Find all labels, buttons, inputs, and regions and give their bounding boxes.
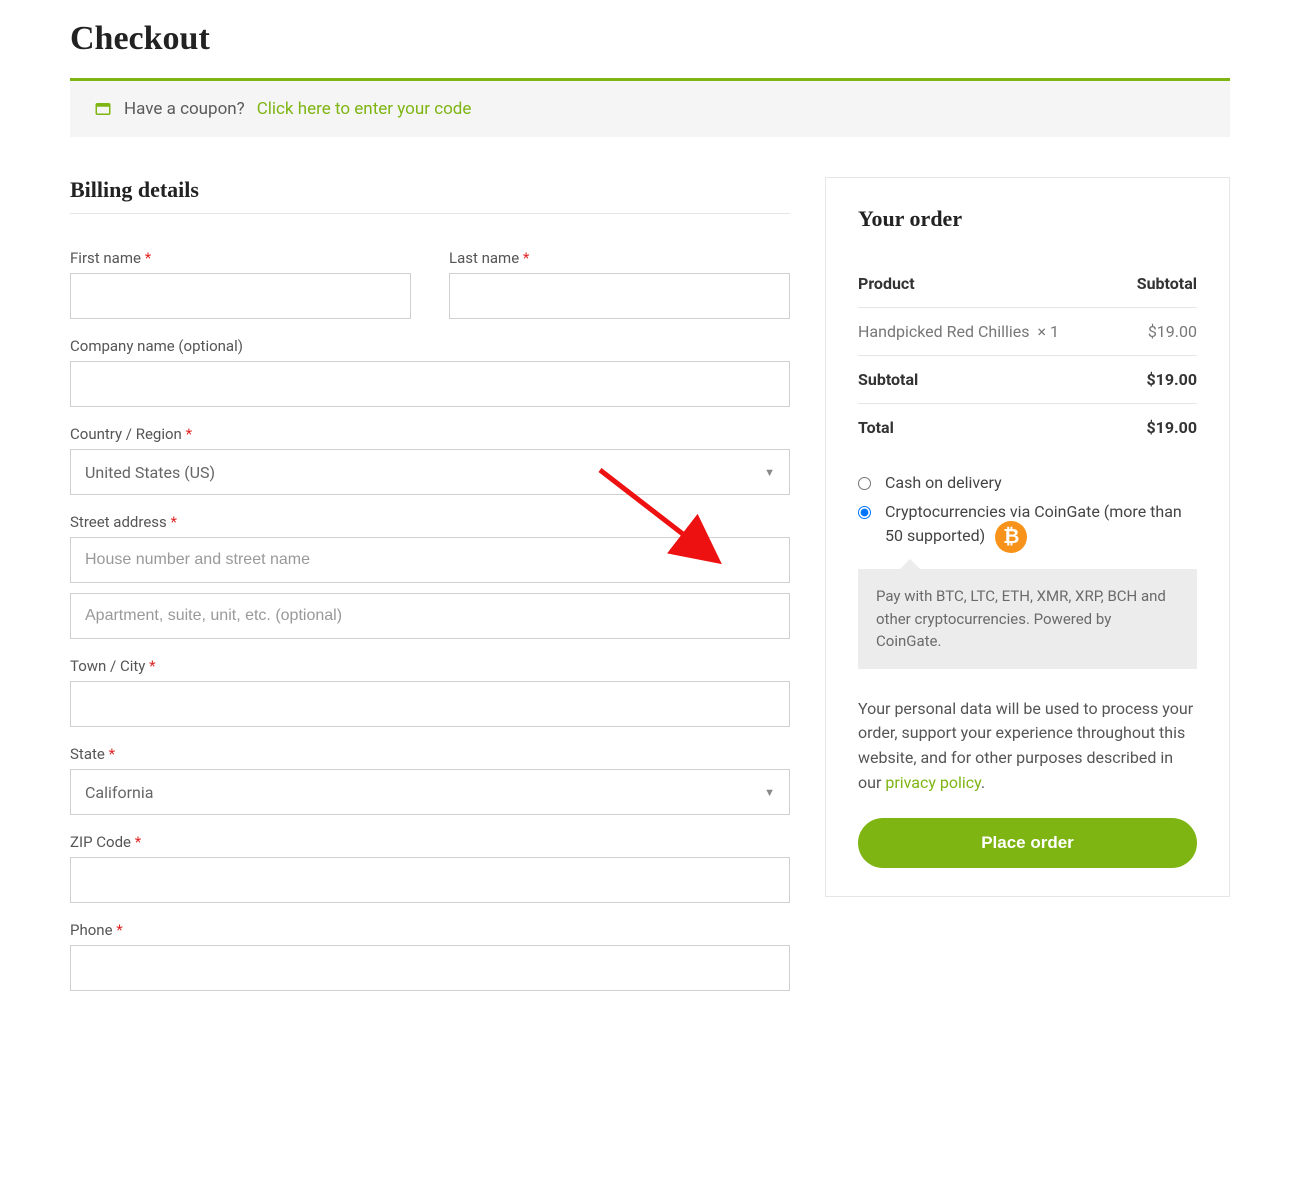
subtotal-value: $19.00 bbox=[1107, 356, 1197, 404]
subtotal-label: Subtotal bbox=[858, 356, 1107, 404]
billing-heading: Billing details bbox=[70, 177, 790, 214]
order-heading: Your order bbox=[858, 206, 1197, 242]
total-value: $19.00 bbox=[1107, 404, 1197, 452]
coupon-question: Have a coupon? bbox=[124, 99, 245, 119]
coupon-notice: Have a coupon? Click here to enter your … bbox=[70, 78, 1230, 137]
country-value: United States (US) bbox=[85, 463, 215, 482]
phone-label: Phone * bbox=[70, 921, 790, 939]
total-label: Total bbox=[858, 404, 1107, 452]
item-qty: × 1 bbox=[1037, 322, 1059, 341]
col-subtotal: Subtotal bbox=[1107, 260, 1197, 308]
coupon-link[interactable]: Click here to enter your code bbox=[257, 99, 472, 119]
privacy-text: Your personal data will be used to proce… bbox=[858, 697, 1197, 796]
last-name-input[interactable] bbox=[449, 273, 790, 319]
company-input[interactable] bbox=[70, 361, 790, 407]
zip-input[interactable] bbox=[70, 857, 790, 903]
city-label: Town / City * bbox=[70, 657, 790, 675]
order-panel: Your order Product Subtotal Handpicked R… bbox=[825, 177, 1230, 897]
item-price: $19.00 bbox=[1107, 308, 1197, 356]
payment-coingate[interactable]: Cryptocurrencies via CoinGate (more than… bbox=[858, 502, 1197, 553]
city-input[interactable] bbox=[70, 681, 790, 727]
phone-input[interactable] bbox=[70, 945, 790, 991]
first-name-input[interactable] bbox=[70, 273, 411, 319]
payment-cod-radio[interactable] bbox=[858, 477, 871, 490]
first-name-label: First name * bbox=[70, 249, 411, 267]
street-label: Street address * bbox=[70, 513, 790, 531]
bitcoin-icon: ₿ bbox=[995, 521, 1027, 553]
street2-input[interactable] bbox=[70, 593, 790, 639]
state-value: California bbox=[85, 783, 153, 802]
state-select[interactable]: California ▼ bbox=[70, 769, 790, 815]
place-order-button[interactable]: Place order bbox=[858, 818, 1197, 868]
payment-coingate-label: Cryptocurrencies via CoinGate (more than… bbox=[885, 502, 1197, 553]
country-label: Country / Region * bbox=[70, 425, 790, 443]
state-label: State * bbox=[70, 745, 790, 763]
payment-cod-label: Cash on delivery bbox=[885, 473, 1002, 492]
chevron-down-icon: ▼ bbox=[764, 466, 775, 479]
company-label: Company name (optional) bbox=[70, 337, 790, 355]
payment-coingate-radio[interactable] bbox=[858, 506, 871, 519]
coupon-icon bbox=[94, 100, 112, 118]
chevron-down-icon: ▼ bbox=[764, 786, 775, 799]
page-title: Checkout bbox=[70, 20, 1230, 58]
last-name-label: Last name * bbox=[449, 249, 790, 267]
col-product: Product bbox=[858, 260, 1107, 308]
payment-description: Pay with BTC, LTC, ETH, XMR, XRP, BCH an… bbox=[858, 569, 1197, 669]
country-select[interactable]: United States (US) ▼ bbox=[70, 449, 790, 495]
zip-label: ZIP Code * bbox=[70, 833, 790, 851]
item-name: Handpicked Red Chillies bbox=[858, 322, 1030, 341]
privacy-policy-link[interactable]: privacy policy bbox=[885, 773, 981, 792]
order-item-row: Handpicked Red Chillies × 1 $19.00 bbox=[858, 308, 1197, 356]
order-table: Product Subtotal Handpicked Red Chillies… bbox=[858, 260, 1197, 451]
street1-input[interactable] bbox=[70, 537, 790, 583]
payment-cod[interactable]: Cash on delivery bbox=[858, 473, 1197, 492]
